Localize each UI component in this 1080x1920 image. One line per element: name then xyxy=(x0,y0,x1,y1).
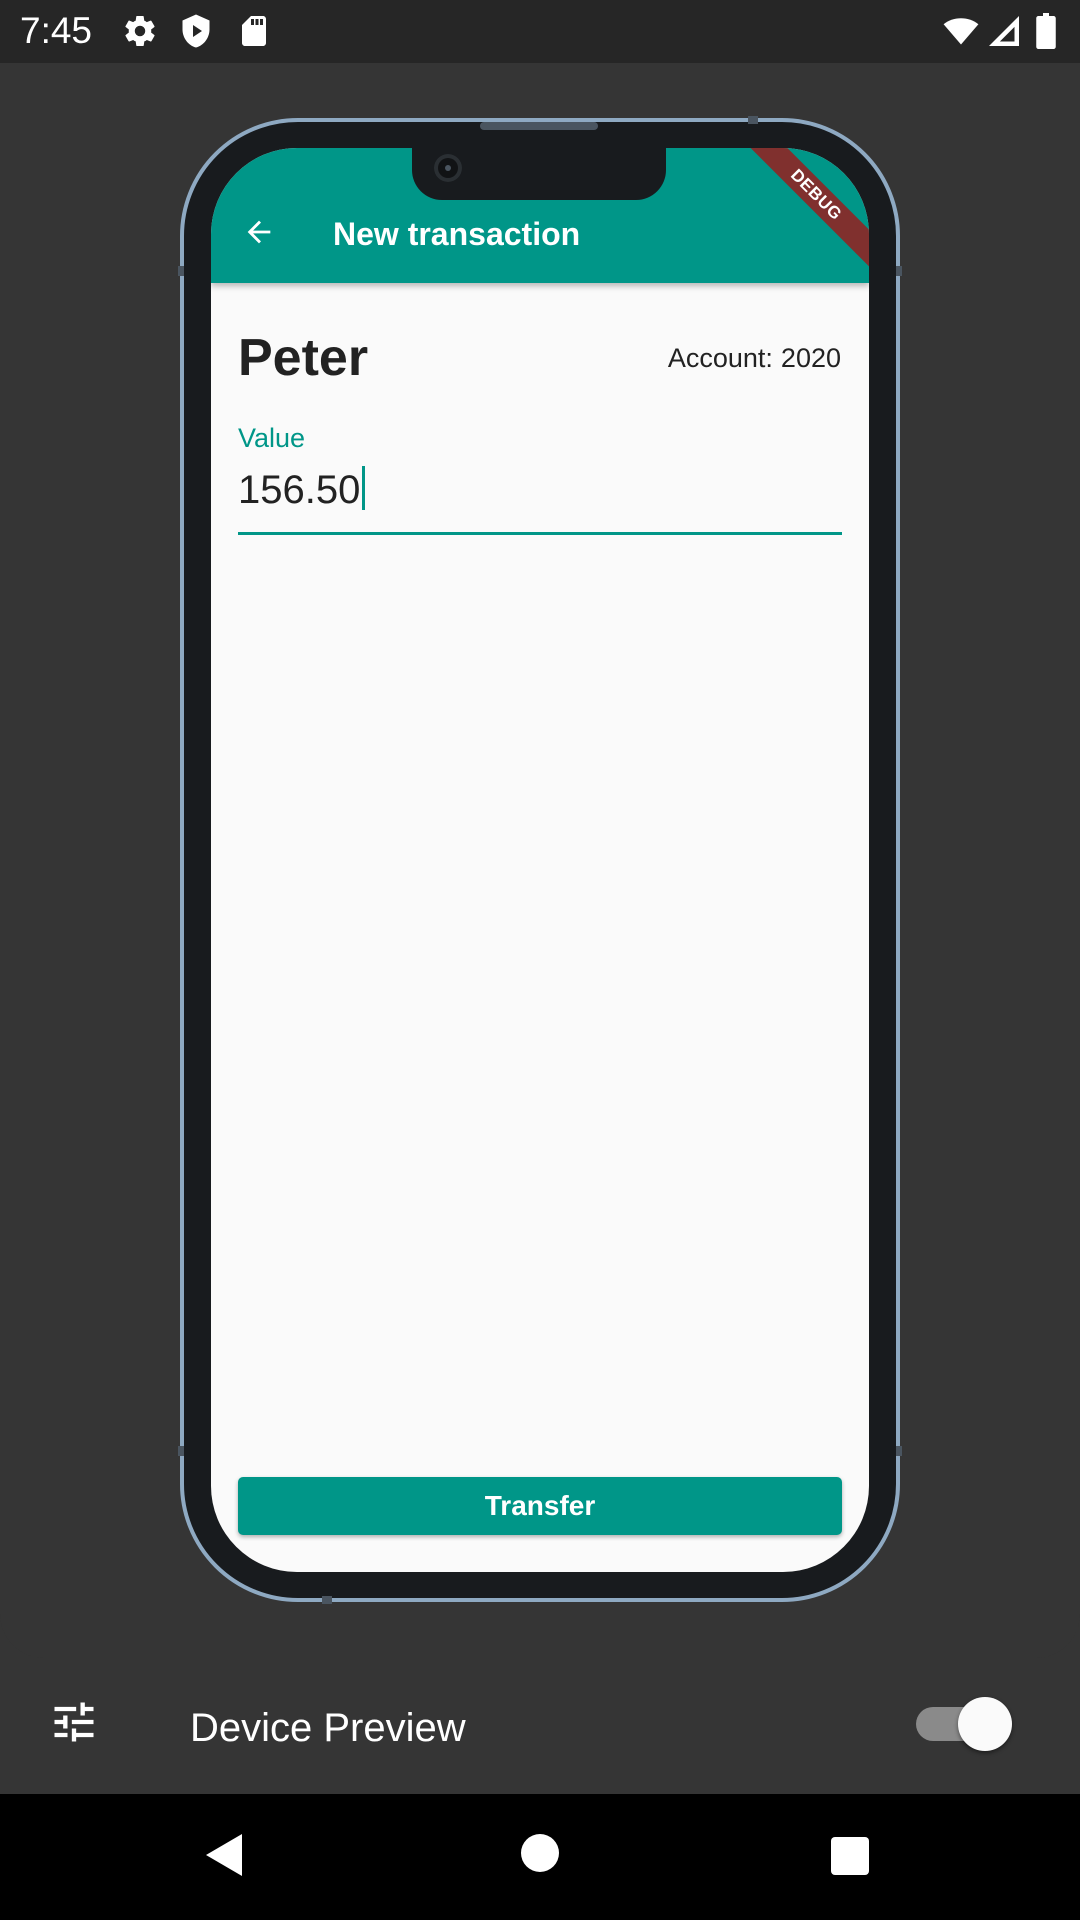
phone-screen: New transaction DEBUG Peter Account: 2020… xyxy=(211,148,869,1572)
text-cursor xyxy=(362,466,366,510)
status-bar: 7:45 xyxy=(0,0,1080,63)
phone-side-button xyxy=(322,1596,332,1604)
back-triangle-icon[interactable] xyxy=(204,1832,244,1883)
device-preview-label: Device Preview xyxy=(190,1706,466,1750)
device-preview-toolbar: Device Preview xyxy=(0,1658,1080,1794)
back-button[interactable] xyxy=(231,206,287,262)
account-label: Account: xyxy=(667,343,773,373)
value-input[interactable]: 156.50 xyxy=(238,460,842,535)
account-info: Account: 2020 xyxy=(668,340,841,376)
status-time: 7:45 xyxy=(20,10,93,51)
toggle-thumb xyxy=(958,1697,1012,1751)
value-field-label: Value xyxy=(238,423,306,453)
tune-icon[interactable] xyxy=(48,1696,100,1753)
battery-icon xyxy=(1034,13,1058,54)
phone-side-button xyxy=(896,266,902,276)
phone-side-button xyxy=(748,116,758,124)
value-input-text: 156.50 xyxy=(238,468,361,512)
cell-signal-icon xyxy=(986,13,1022,54)
transfer-button[interactable]: Transfer xyxy=(238,1477,842,1535)
navigation-bar xyxy=(0,1794,1080,1920)
device-preview-toggle[interactable] xyxy=(916,1694,1012,1754)
phone-side-button xyxy=(178,266,184,276)
contact-name: Peter xyxy=(238,329,369,387)
sd-card-icon xyxy=(236,13,272,54)
account-number: 2020 xyxy=(780,343,841,373)
phone-notch xyxy=(412,148,666,200)
arrow-back-icon xyxy=(242,215,276,254)
shield-play-icon xyxy=(178,13,214,54)
page-title: New transaction xyxy=(333,216,581,252)
gear-icon xyxy=(122,13,158,54)
home-circle-icon[interactable] xyxy=(520,1833,560,1878)
front-camera xyxy=(434,154,462,182)
phone-speaker xyxy=(480,122,598,130)
phone-side-button xyxy=(178,1446,184,1456)
screen: 7:45 New transaction DEBUG Peter Account… xyxy=(0,0,1080,1920)
recents-square-icon[interactable] xyxy=(830,1836,870,1881)
phone-side-button xyxy=(896,1446,902,1456)
wifi-icon xyxy=(942,13,980,54)
